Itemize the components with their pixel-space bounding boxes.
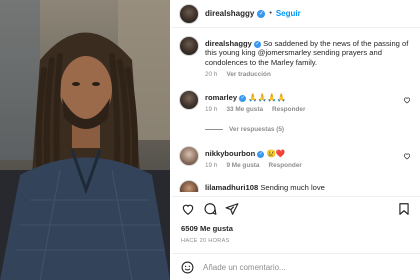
comment-body: lilamadhuri108 Sending much love <box>205 183 420 192</box>
caption-username[interactable]: direalshaggy <box>205 39 252 48</box>
post-action-bar <box>171 196 420 220</box>
follow-button[interactable]: Seguir <box>276 9 301 18</box>
share-paper-plane-icon[interactable] <box>225 202 239 216</box>
author-username[interactable]: direalshaggy <box>205 9 254 18</box>
comment-likes[interactable]: 33 Me gusta <box>226 106 263 113</box>
like-comment-heart-icon[interactable] <box>403 96 411 104</box>
comment-content: 😢❤️ <box>266 149 286 158</box>
caption-avatar[interactable] <box>179 36 199 56</box>
comment-likes[interactable]: 9 Me gusta <box>226 162 259 169</box>
verified-badge-icon: ✓ <box>239 94 247 102</box>
verified-badge-icon: ✓ <box>257 9 266 18</box>
comments-list[interactable]: direalshaggy ✓ So saddened by the news o… <box>171 30 420 192</box>
caption-meta: 20 h Ver traducción <box>205 71 420 78</box>
commenter-avatar[interactable] <box>179 90 199 110</box>
comment-content: 🙏🙏🙏🙏 <box>248 93 287 102</box>
comment-username[interactable]: nikkybourbon <box>205 149 255 158</box>
comment-composer <box>171 253 420 280</box>
caption-body: direalshaggy ✓ So saddened by the news o… <box>205 39 420 78</box>
translate-link[interactable]: Ver traducción <box>226 71 270 78</box>
caption-time: 20 h <box>205 71 218 79</box>
comment-body: romarley ✓ 🙏🙏🙏🙏 19 h 33 Me gusta Respond… <box>205 93 420 113</box>
comment-meta: 19 h 33 Me gusta Responder <box>205 106 420 113</box>
author-avatar[interactable] <box>179 3 199 24</box>
comment-time: 19 h <box>205 106 218 114</box>
add-comment-input[interactable] <box>203 259 373 276</box>
comment-row: romarley ✓ 🙏🙏🙏🙏 19 h 33 Me gusta Respond… <box>179 90 420 124</box>
caption-text: direalshaggy ✓ So saddened by the news o… <box>205 39 420 67</box>
comment-time: 19 h <box>205 162 218 170</box>
header-separator: • <box>269 10 272 17</box>
replies-divider <box>205 129 223 130</box>
verified-badge-icon: ✓ <box>253 40 261 48</box>
portrait-illustration <box>0 0 170 280</box>
comment-text: nikkybourbon ✓ 😢❤️ <box>205 149 420 158</box>
comment-row: lilamadhuri108 Sending much love <box>179 180 420 192</box>
comment-username[interactable]: lilamadhuri108 <box>205 183 258 192</box>
comment-username[interactable]: romarley <box>205 93 237 102</box>
comment-meta: 19 h 9 Me gusta Responder <box>205 162 420 169</box>
save-bookmark-icon[interactable] <box>397 202 411 216</box>
post-timestamp: HACE 20 HORAS <box>181 238 230 244</box>
post-side-panel: direalshaggy ✓ • Seguir direalshaggy ✓ S… <box>171 0 420 280</box>
comment-text: lilamadhuri108 Sending much love <box>205 183 420 192</box>
reply-button[interactable]: Responder <box>272 106 305 113</box>
like-heart-icon[interactable] <box>181 202 195 216</box>
comment-bubble-icon[interactable] <box>203 202 217 216</box>
post-likes-count[interactable]: 6509 Me gusta <box>181 224 233 233</box>
comment-body: nikkybourbon ✓ 😢❤️ 19 h 9 Me gusta Respo… <box>205 149 420 169</box>
view-replies-button[interactable]: Ver respuestas (5) <box>205 126 284 133</box>
verified-badge-icon: ✓ <box>257 150 265 158</box>
post-header: direalshaggy ✓ • Seguir <box>171 0 420 28</box>
emoji-smiley-icon[interactable] <box>181 261 194 274</box>
like-comment-heart-icon[interactable] <box>403 152 411 160</box>
comment-row: nikkybourbon ✓ 😢❤️ 19 h 9 Me gusta Respo… <box>179 146 420 176</box>
view-replies-label: Ver respuestas (5) <box>229 126 285 133</box>
post-photo <box>0 0 170 280</box>
reply-button[interactable]: Responder <box>268 162 301 169</box>
caption-row: direalshaggy ✓ So saddened by the news o… <box>179 36 420 84</box>
commenter-avatar[interactable] <box>179 180 199 192</box>
comment-content: Sending much love <box>260 183 325 192</box>
comment-text: romarley ✓ 🙏🙏🙏🙏 <box>205 93 420 102</box>
commenter-avatar[interactable] <box>179 146 199 166</box>
